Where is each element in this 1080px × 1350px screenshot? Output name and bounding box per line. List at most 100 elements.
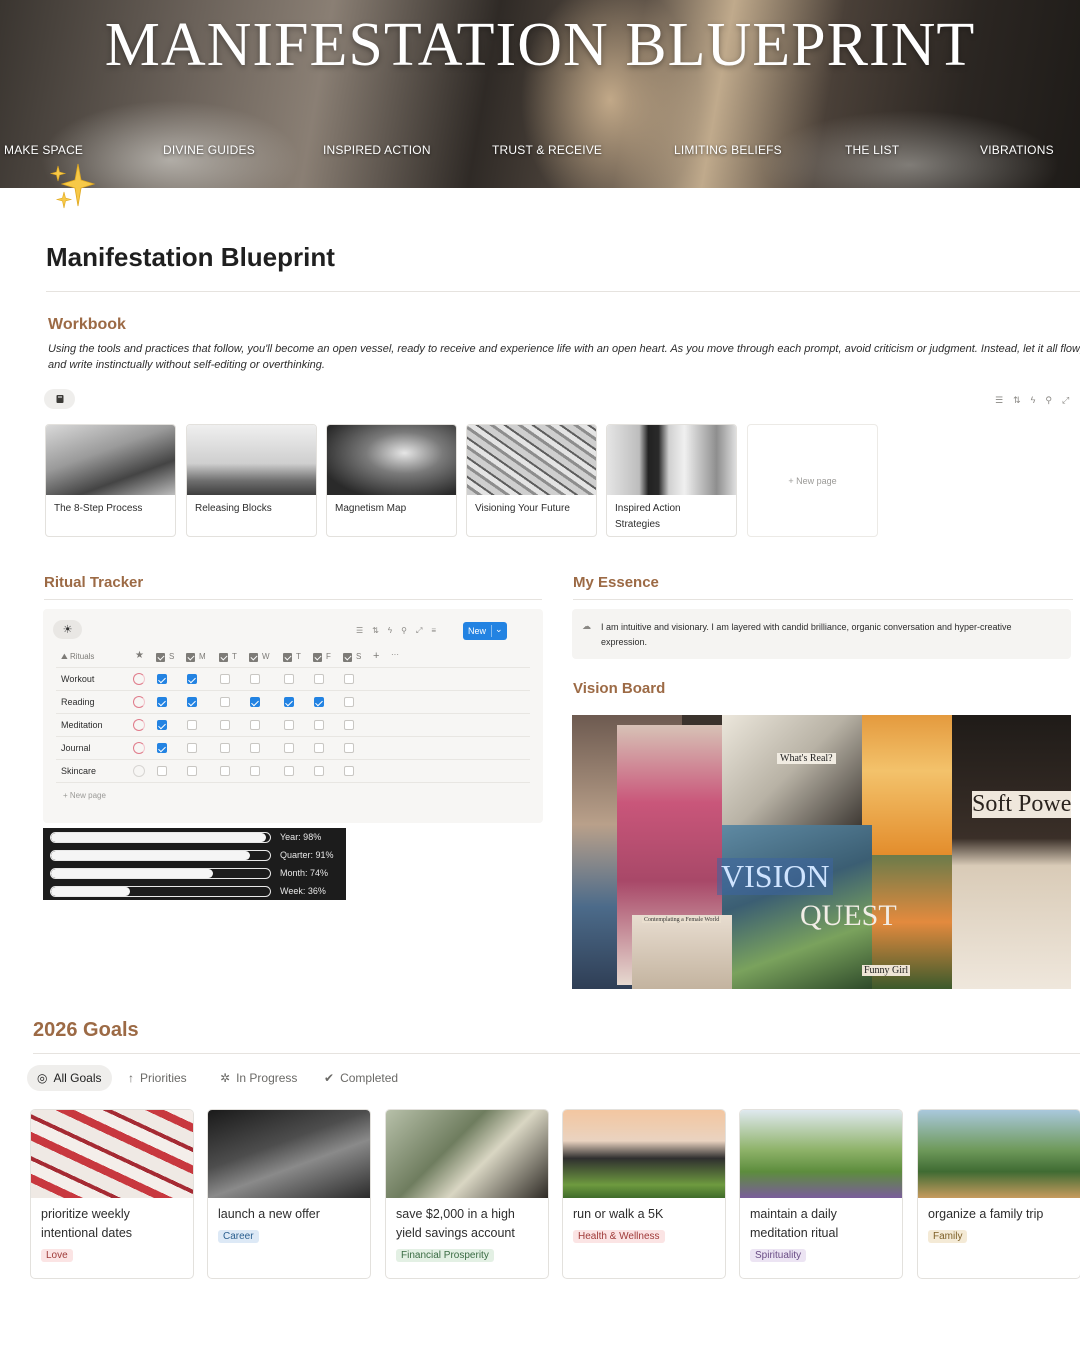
- ritual-checkbox[interactable]: [156, 743, 167, 753]
- ritual-checkbox[interactable]: [156, 766, 167, 776]
- new-entry-button[interactable]: New ⌄: [463, 622, 507, 640]
- ritual-checkbox[interactable]: [343, 743, 354, 753]
- ritual-name[interactable]: Skincare: [61, 766, 96, 776]
- ritual-checkbox[interactable]: [313, 743, 324, 753]
- goal-title: organize a family trip: [928, 1207, 1044, 1221]
- ritual-checkbox[interactable]: [186, 743, 197, 753]
- automation-icon[interactable]: ϟ: [388, 626, 392, 636]
- ritual-checkbox[interactable]: [219, 674, 230, 684]
- day-column-header[interactable]: F: [326, 652, 331, 661]
- nav-link-the-list[interactable]: THE LIST: [845, 143, 899, 157]
- ritual-checkbox[interactable]: [283, 743, 294, 753]
- ritual-checkbox[interactable]: [186, 697, 197, 707]
- ritual-checkbox[interactable]: [343, 766, 354, 776]
- ritual-checkbox[interactable]: [219, 743, 230, 753]
- sort-icon[interactable]: ⇅: [1013, 395, 1021, 406]
- goal-card[interactable]: launch a new offer Career: [207, 1109, 371, 1279]
- tab-all-goals[interactable]: ◎ All Goals: [27, 1065, 112, 1091]
- goal-card[interactable]: prioritize weekly intentional dates Love: [30, 1109, 194, 1279]
- sort-icon[interactable]: ⇅: [372, 626, 379, 636]
- rituals-column-header[interactable]: ⛰ Rituals: [61, 652, 94, 662]
- goal-card[interactable]: maintain a daily meditation ritual Spirit…: [739, 1109, 903, 1279]
- chevron-down-icon[interactable]: ⌄: [495, 624, 503, 635]
- ritual-checkbox[interactable]: [283, 674, 294, 684]
- new-page-button[interactable]: + New page: [747, 424, 878, 537]
- ritual-checkbox[interactable]: [186, 720, 197, 730]
- ritual-checkbox[interactable]: [219, 766, 230, 776]
- tab-label: Priorities: [140, 1071, 187, 1085]
- filter-icon[interactable]: ☰: [356, 626, 363, 636]
- settings-icon[interactable]: ≡: [431, 626, 436, 636]
- add-column-icon[interactable]: +: [373, 650, 379, 662]
- day-column-header[interactable]: M: [199, 652, 206, 661]
- goal-title: maintain a daily meditation ritual: [750, 1207, 839, 1240]
- ritual-checkbox[interactable]: [313, 720, 324, 730]
- progress-bar-fill: [51, 851, 251, 860]
- nav-link-divine-guides[interactable]: DIVINE GUIDES: [163, 143, 255, 157]
- ritual-checkbox[interactable]: [249, 743, 260, 753]
- ritual-checkbox[interactable]: [249, 720, 260, 730]
- ritual-checkbox[interactable]: [283, 697, 294, 707]
- ritual-checkbox[interactable]: [313, 766, 324, 776]
- ritual-checkbox[interactable]: [186, 674, 197, 684]
- ritual-checkbox[interactable]: [156, 720, 167, 730]
- ritual-checkbox[interactable]: [186, 766, 197, 776]
- search-icon[interactable]: ⚲: [401, 626, 407, 636]
- ritual-checkbox[interactable]: [249, 674, 260, 684]
- goal-card[interactable]: save $2,000 in a high yield savings acco…: [385, 1109, 549, 1279]
- gallery-view-tab[interactable]: [44, 389, 75, 409]
- day-column-header[interactable]: T: [232, 652, 237, 661]
- ritual-checkbox[interactable]: [156, 674, 167, 684]
- ritual-checkbox[interactable]: [343, 720, 354, 730]
- table-view-tab[interactable]: ☀: [53, 620, 82, 639]
- nav-link-limiting-beliefs[interactable]: LIMITING BELIEFS: [674, 143, 782, 157]
- ritual-name[interactable]: Journal: [61, 743, 91, 753]
- ritual-checkbox[interactable]: [156, 697, 167, 707]
- workbook-card-magnetism-map[interactable]: Magnetism Map: [326, 424, 457, 537]
- more-options-icon[interactable]: ···: [391, 650, 399, 659]
- new-ritual-button[interactable]: + New page: [63, 791, 106, 800]
- card-image: [607, 425, 736, 495]
- day-column-header[interactable]: T: [296, 652, 301, 661]
- ritual-checkbox[interactable]: [283, 720, 294, 730]
- ritual-checkbox[interactable]: [249, 697, 260, 707]
- automation-icon[interactable]: ϟ: [1031, 395, 1036, 406]
- day-column-header[interactable]: S: [356, 652, 361, 661]
- nav-link-trust-receive[interactable]: TRUST & RECEIVE: [492, 143, 602, 157]
- ritual-checkbox[interactable]: [219, 720, 230, 730]
- expand-icon[interactable]: ⤢: [416, 626, 422, 636]
- workbook-card-inspired-action[interactable]: Inspired Action Strategies: [606, 424, 737, 537]
- ritual-checkbox[interactable]: [343, 697, 354, 707]
- day-column-header[interactable]: S: [169, 652, 174, 661]
- tab-completed[interactable]: ✔ Completed: [324, 1065, 398, 1091]
- search-icon[interactable]: ⚲: [1045, 395, 1052, 406]
- goal-card[interactable]: organize a family trip Family: [917, 1109, 1080, 1279]
- nav-link-inspired-action[interactable]: INSPIRED ACTION: [323, 143, 431, 157]
- collage-piece: [862, 715, 952, 855]
- ritual-name[interactable]: Workout: [61, 674, 94, 684]
- workbook-card-visioning[interactable]: Visioning Your Future: [466, 424, 597, 537]
- ritual-name[interactable]: Reading: [61, 697, 95, 707]
- progress-ring-icon: [133, 696, 145, 708]
- ritual-tracker-table: ☀ ☰ ⇅ ϟ ⚲ ⤢ ≡ New ⌄ ⛰ Rituals ★ SMTWTFS …: [43, 609, 543, 823]
- workbook-card-releasing-blocks[interactable]: Releasing Blocks: [186, 424, 317, 537]
- ritual-checkbox[interactable]: [283, 766, 294, 776]
- nav-link-vibrations[interactable]: VIBRATIONS: [980, 143, 1054, 157]
- tracker-toolbar: ☰ ⇅ ϟ ⚲ ⤢ ≡: [356, 626, 436, 636]
- filter-icon[interactable]: ☰: [995, 395, 1003, 406]
- ritual-name[interactable]: Meditation: [61, 720, 103, 730]
- day-column-header[interactable]: W: [262, 652, 270, 661]
- tab-priorities[interactable]: ↑ Priorities: [128, 1065, 187, 1091]
- ritual-checkbox[interactable]: [313, 697, 324, 707]
- nav-link-make-space[interactable]: MAKE SPACE: [4, 143, 83, 157]
- ritual-checkbox[interactable]: [249, 766, 260, 776]
- workbook-card-8-step[interactable]: The 8-Step Process: [45, 424, 176, 537]
- card-image: [187, 425, 316, 495]
- tab-in-progress[interactable]: ✲ In Progress: [220, 1065, 297, 1091]
- expand-icon[interactable]: ⤢: [1062, 395, 1069, 406]
- ritual-checkbox[interactable]: [219, 697, 230, 707]
- tab-label: Completed: [340, 1071, 399, 1085]
- ritual-checkbox[interactable]: [313, 674, 324, 684]
- ritual-checkbox[interactable]: [343, 674, 354, 684]
- goal-card[interactable]: run or walk a 5K Health & Wellness: [562, 1109, 726, 1279]
